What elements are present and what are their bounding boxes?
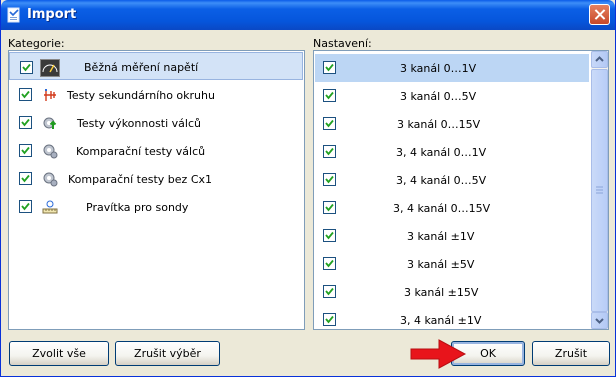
list-item-label: 3, 4 kanál 0…15V bbox=[393, 202, 491, 215]
list-item[interactable]: 3 kanál ±15V bbox=[315, 278, 589, 306]
list-item-label: Testy výkonnosti válců bbox=[77, 117, 201, 130]
list-item[interactable]: Komparační testy válců bbox=[9, 137, 303, 165]
chevron-down-icon bbox=[595, 318, 604, 324]
checkbox[interactable] bbox=[323, 89, 336, 102]
select-all-button[interactable]: Zvolit vše bbox=[9, 341, 109, 366]
checkbox[interactable] bbox=[323, 61, 336, 74]
gear-up-icon bbox=[43, 117, 57, 129]
checkbox[interactable] bbox=[323, 145, 336, 158]
checkbox[interactable] bbox=[19, 144, 32, 157]
list-item[interactable]: 3, 4 kanál 0…15V bbox=[315, 194, 589, 222]
list-item-label: 3, 4 kanál 0…1V bbox=[396, 146, 487, 159]
checkbox[interactable] bbox=[323, 257, 336, 270]
list-item[interactable]: 3 kanál ±5V bbox=[315, 250, 589, 278]
list-item[interactable]: 3, 4 kanál 0…1V bbox=[315, 138, 589, 166]
gear-icon bbox=[43, 172, 58, 187]
settings-label: Nastavení: bbox=[313, 37, 372, 50]
settings-list[interactable]: 3 kanál 0…1V 3 kanál 0…5V 3 kanál 0…15V … bbox=[313, 50, 609, 330]
import-icon bbox=[7, 7, 20, 23]
list-item[interactable]: Testy sekundárního okruhu bbox=[9, 81, 303, 109]
checkbox[interactable] bbox=[323, 173, 336, 186]
categories-list[interactable]: Běžná měření napětí Testy sekundárního o… bbox=[8, 50, 305, 330]
list-item-label: 3, 4 kanál 0…5V bbox=[396, 174, 487, 187]
scroll-down-button[interactable] bbox=[591, 312, 608, 329]
close-button[interactable] bbox=[589, 4, 610, 25]
list-item-label: 3 kanál 0…15V bbox=[397, 118, 481, 131]
list-item[interactable]: 3 kanál 0…15V bbox=[315, 110, 589, 138]
cancel-button[interactable]: Zrušit bbox=[532, 341, 610, 366]
checkbox[interactable] bbox=[19, 116, 32, 129]
checkbox[interactable] bbox=[323, 313, 336, 326]
scroll-up-button[interactable] bbox=[591, 51, 608, 68]
clear-selection-button[interactable]: Zrušit výběr bbox=[115, 341, 220, 366]
list-item[interactable]: Komparační testy bez Cx1 bbox=[9, 165, 303, 193]
checkbox[interactable] bbox=[20, 61, 33, 74]
list-item[interactable]: Pravítka pro sondy bbox=[9, 193, 303, 221]
list-item[interactable]: 3 kanál 0…5V bbox=[315, 82, 589, 110]
list-item-label: 3 kanál ±5V bbox=[407, 258, 475, 271]
list-item-label: 3 kanál ±15V bbox=[404, 286, 479, 299]
checkbox[interactable] bbox=[19, 172, 32, 185]
title-bar[interactable]: Import bbox=[1, 0, 615, 30]
gear-icon bbox=[43, 144, 58, 159]
list-item-label: 3 kanál ±1V bbox=[407, 230, 475, 243]
list-item-label: 3, 4 kanál ±1V bbox=[400, 314, 482, 327]
list-item-label: Testy sekundárního okruhu bbox=[67, 89, 215, 102]
list-item-label: Komparační testy válců bbox=[76, 145, 206, 158]
list-item[interactable]: 3, 4 kanál ±1V bbox=[315, 306, 589, 329]
vertical-scrollbar[interactable] bbox=[591, 51, 608, 329]
window-title: Import bbox=[27, 7, 77, 22]
list-item-label: Pravítka pro sondy bbox=[86, 201, 189, 214]
list-item-label: 3 kanál 0…1V bbox=[400, 62, 477, 75]
list-item-label: Běžná měření napětí bbox=[84, 61, 199, 74]
grip-icon bbox=[596, 186, 603, 194]
list-item[interactable]: Testy výkonnosti válců bbox=[9, 109, 303, 137]
circuit-icon bbox=[44, 89, 56, 101]
checkbox[interactable] bbox=[323, 201, 336, 214]
checkbox[interactable] bbox=[19, 200, 32, 213]
chevron-up-icon bbox=[595, 56, 604, 62]
scroll-thumb[interactable] bbox=[591, 69, 608, 312]
ruler-icon bbox=[42, 200, 58, 214]
categories-label: Kategorie: bbox=[8, 37, 65, 50]
red-arrow-icon bbox=[410, 339, 467, 369]
list-item[interactable]: 3 kanál 0…1V bbox=[315, 54, 589, 82]
checkbox[interactable] bbox=[323, 285, 336, 298]
list-item-label: Komparační testy bez Cx1 bbox=[68, 173, 213, 186]
list-item[interactable]: 3, 4 kanál 0…5V bbox=[315, 166, 589, 194]
checkbox[interactable] bbox=[323, 117, 336, 130]
checkbox[interactable] bbox=[323, 229, 336, 242]
checkbox[interactable] bbox=[19, 88, 32, 101]
list-item-label: 3 kanál 0…5V bbox=[400, 90, 477, 103]
meter-icon bbox=[40, 59, 60, 77]
list-item[interactable]: Běžná měření napětí bbox=[9, 52, 303, 80]
import-dialog: Import Kategorie: Nastavení: Běžná měřen… bbox=[0, 0, 616, 377]
list-item[interactable]: 3 kanál ±1V bbox=[315, 222, 589, 250]
